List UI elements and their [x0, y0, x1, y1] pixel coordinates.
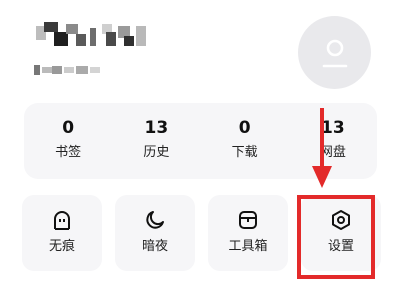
annotation-highlight-box: [297, 195, 375, 279]
stat-value: 13: [144, 118, 169, 138]
avatar[interactable]: [298, 16, 371, 89]
stat-label: 下载: [231, 145, 258, 160]
user-icon: [322, 39, 347, 67]
tile-night-mode[interactable]: 暗夜: [115, 195, 195, 271]
stat-value: 0: [238, 118, 251, 138]
stat-downloads[interactable]: 0 下载: [201, 103, 289, 179]
tile-incognito[interactable]: 无痕: [22, 195, 102, 271]
ghost-icon: [54, 211, 70, 230]
account-id-blurred: [34, 64, 104, 76]
annotation-arrow: [312, 108, 332, 188]
toolbox-icon: [239, 211, 257, 229]
tile-label: 工具箱: [228, 239, 268, 254]
stat-history[interactable]: 13 历史: [112, 103, 200, 179]
stat-label: 历史: [143, 145, 170, 160]
moon-icon: [146, 211, 164, 229]
stat-value: 0: [62, 118, 75, 138]
tile-label: 无痕: [48, 239, 75, 254]
username-blurred: [36, 20, 156, 52]
tile-label: 暗夜: [141, 239, 168, 254]
stat-bookmarks[interactable]: 0 书签: [24, 103, 112, 179]
stat-label: 书签: [55, 145, 82, 160]
tile-toolbox[interactable]: 工具箱: [208, 195, 288, 271]
